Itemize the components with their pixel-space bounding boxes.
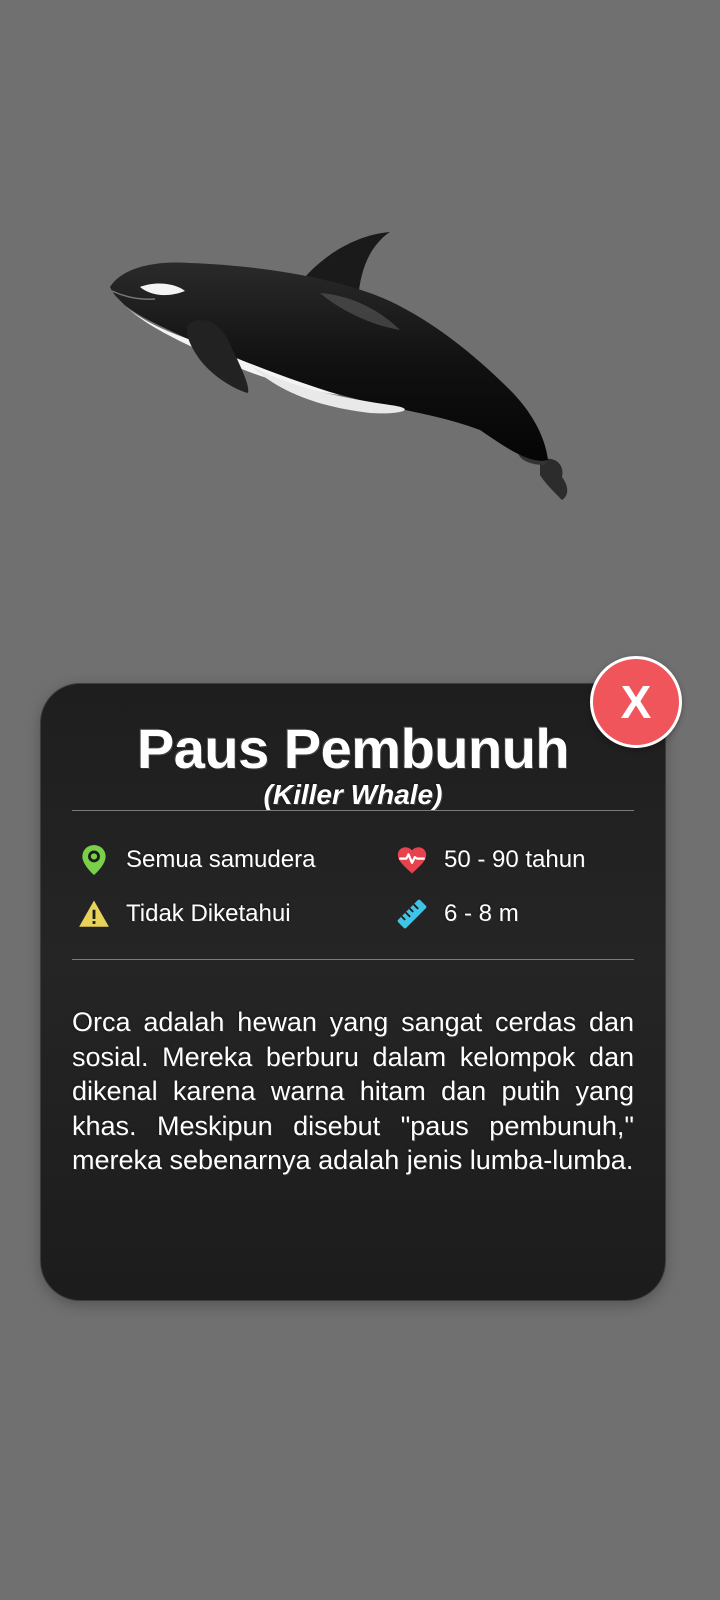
- orca-image: [100, 215, 590, 515]
- heart-pulse-icon: [394, 842, 430, 878]
- ruler-icon: [394, 896, 430, 932]
- animal-name: Paus Pembunuh: [136, 717, 570, 780]
- stat-status: Tidak Diketahui: [76, 894, 291, 934]
- stat-size-value: 6 - 8 m: [444, 900, 519, 927]
- stat-habitat-value: Semua samudera: [126, 846, 316, 873]
- divider-bottom: [72, 959, 634, 960]
- divider-top: [72, 810, 634, 811]
- stat-status-value: Tidak Diketahui: [126, 900, 291, 927]
- stat-lifespan: 50 - 90 tahun: [394, 840, 585, 880]
- close-button[interactable]: X: [590, 656, 682, 748]
- warning-icon: [76, 896, 112, 932]
- stat-habitat: Semua samudera: [76, 840, 315, 880]
- animal-english-name: (Killer Whale): [263, 779, 443, 810]
- location-pin-icon: [76, 842, 112, 878]
- description-text: Orca adalah hewan yang sangat cerdas dan…: [72, 1007, 634, 1175]
- stat-lifespan-value: 50 - 90 tahun: [444, 846, 586, 873]
- stat-size: 6 - 8 m: [394, 894, 519, 934]
